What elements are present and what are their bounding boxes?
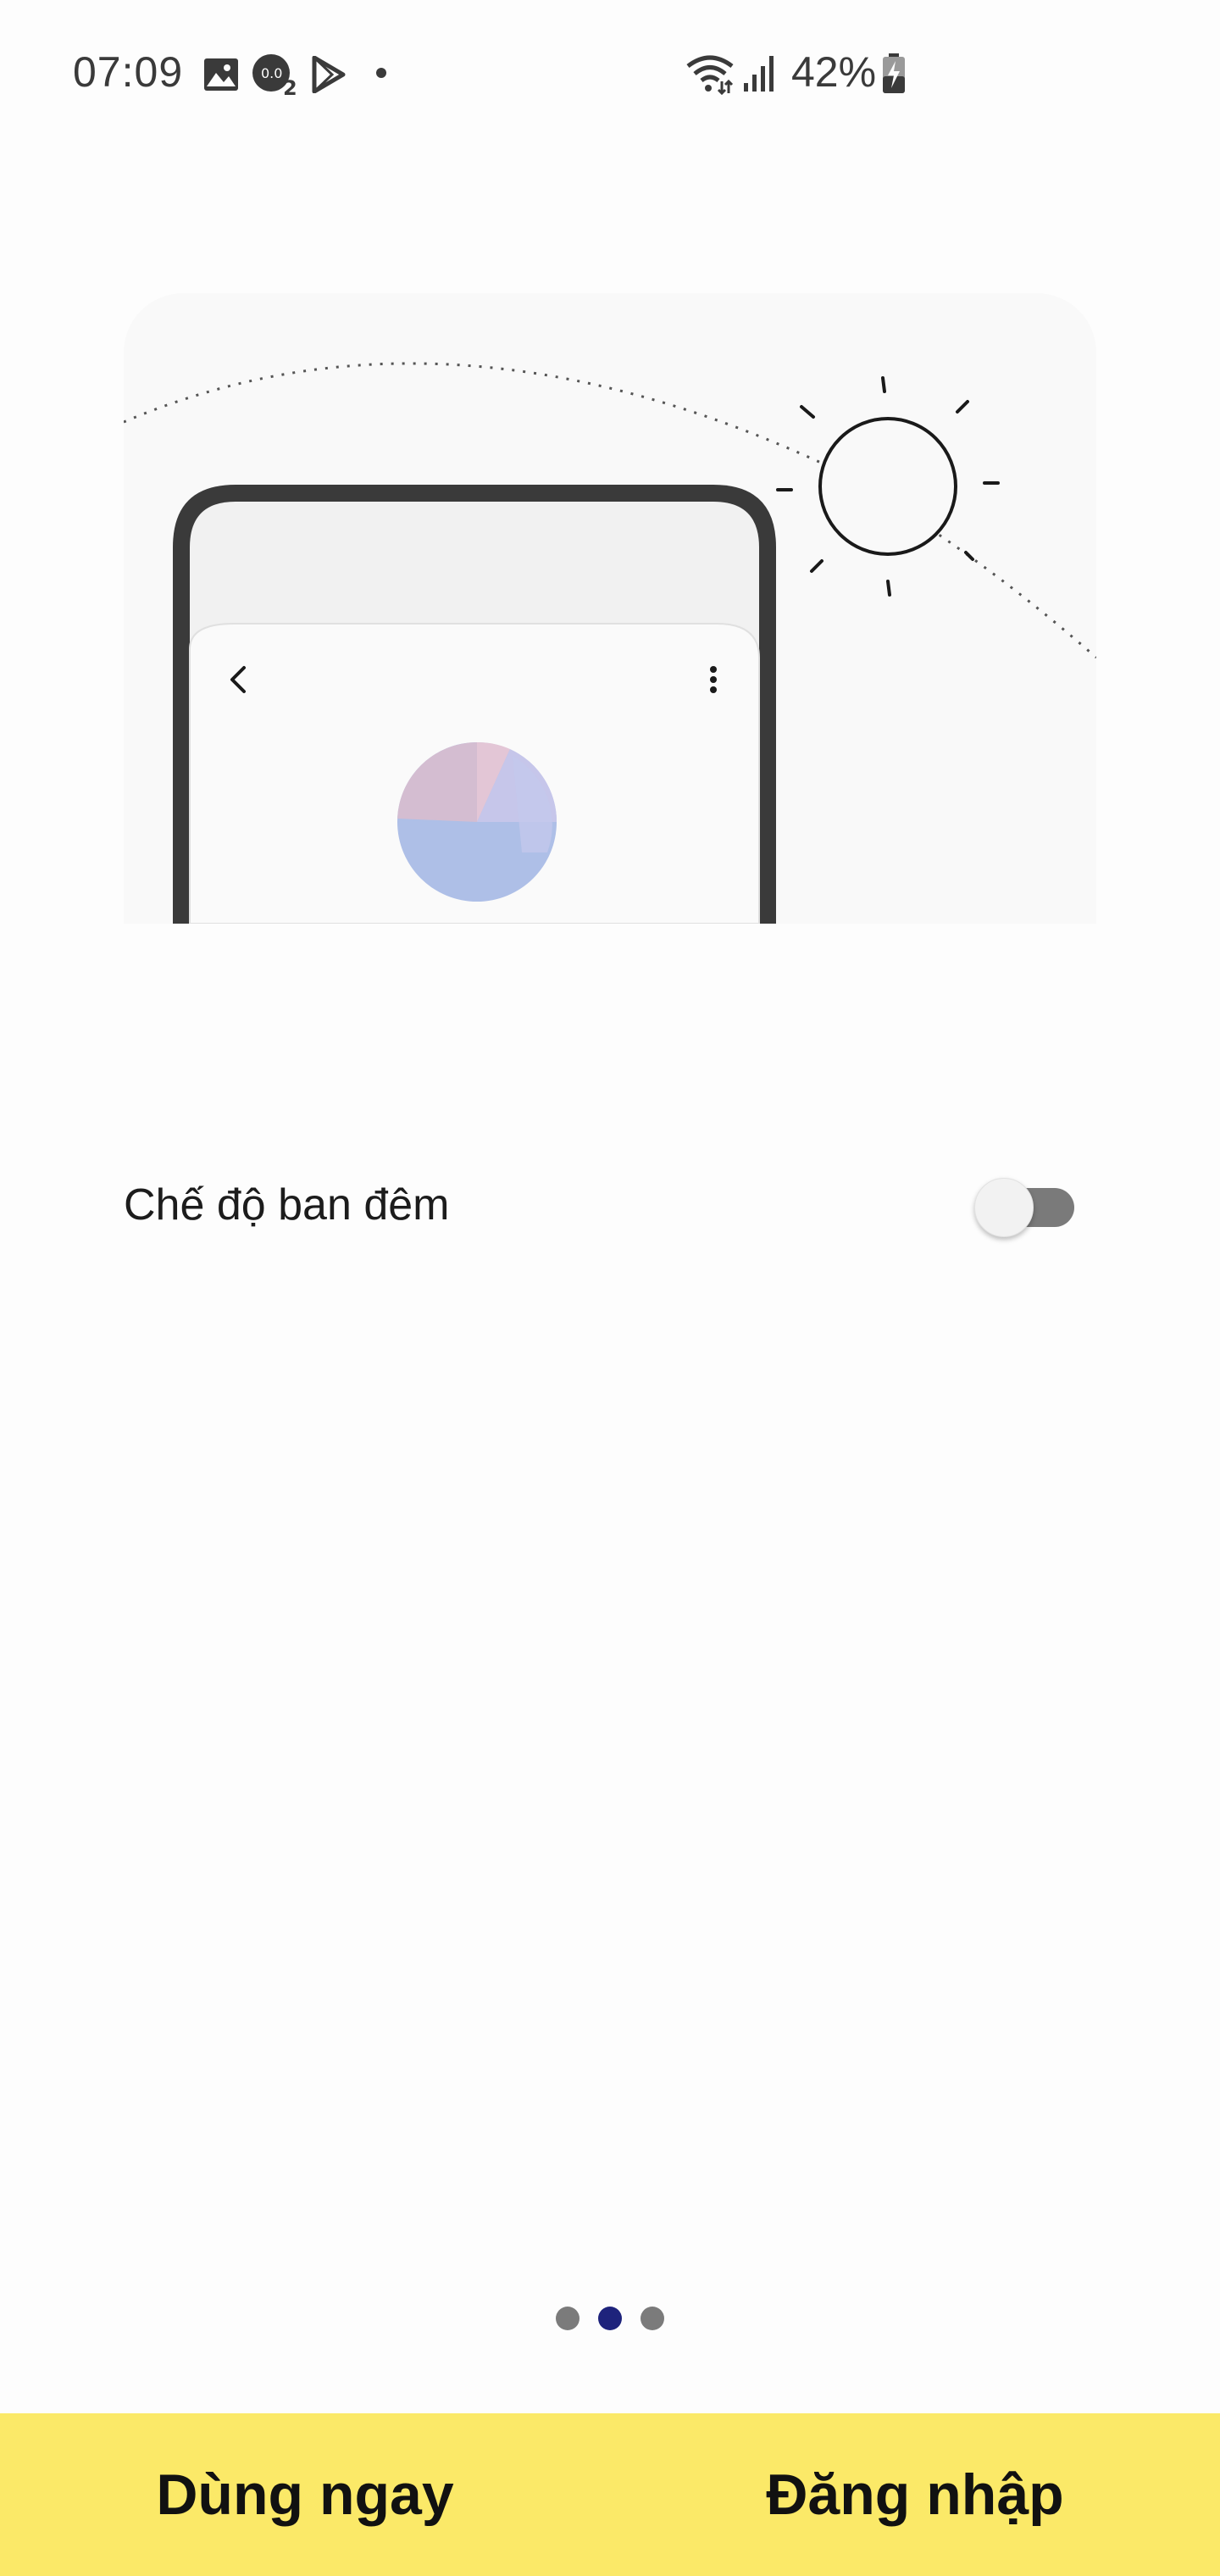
night-mode-setting: Chế độ ban đêm xyxy=(124,1161,1076,1249)
signal-icon xyxy=(744,56,774,92)
status-bar: 07:09 0.0 2 42% xyxy=(0,0,1220,149)
more-vert-icon xyxy=(710,666,717,693)
use-now-button[interactable]: Dùng ngay xyxy=(0,2413,610,2576)
play-store-icon xyxy=(312,56,346,93)
dot-icon xyxy=(376,68,386,78)
battery-charging-icon xyxy=(883,53,905,93)
login-button[interactable]: Đăng nhập xyxy=(610,2413,1220,2576)
page-dot-2[interactable] xyxy=(598,2307,622,2330)
bottom-action-bar: Dùng ngay Đăng nhập xyxy=(0,2413,1220,2576)
sun-icon xyxy=(776,376,1000,597)
phone-mockup xyxy=(173,485,776,924)
page-dot-3[interactable] xyxy=(640,2307,664,2330)
svg-text:2: 2 xyxy=(283,76,297,97)
day-mode-illustration xyxy=(124,293,1096,924)
page-dot-1[interactable] xyxy=(556,2307,580,2330)
page-indicator xyxy=(551,2303,669,2334)
svg-text:0.0: 0.0 xyxy=(261,65,282,81)
night-mode-toggle[interactable] xyxy=(974,1178,1076,1237)
notification-badge-icon: 0.0 2 xyxy=(252,54,297,97)
night-mode-label: Chế độ ban đêm xyxy=(124,1180,450,1230)
wifi-icon xyxy=(686,55,734,95)
status-time: 07:09 xyxy=(73,48,184,96)
pie-chart-icon xyxy=(397,741,557,902)
battery-percent: 42% xyxy=(791,48,877,96)
gallery-icon xyxy=(204,58,238,91)
toggle-thumb xyxy=(974,1178,1034,1237)
